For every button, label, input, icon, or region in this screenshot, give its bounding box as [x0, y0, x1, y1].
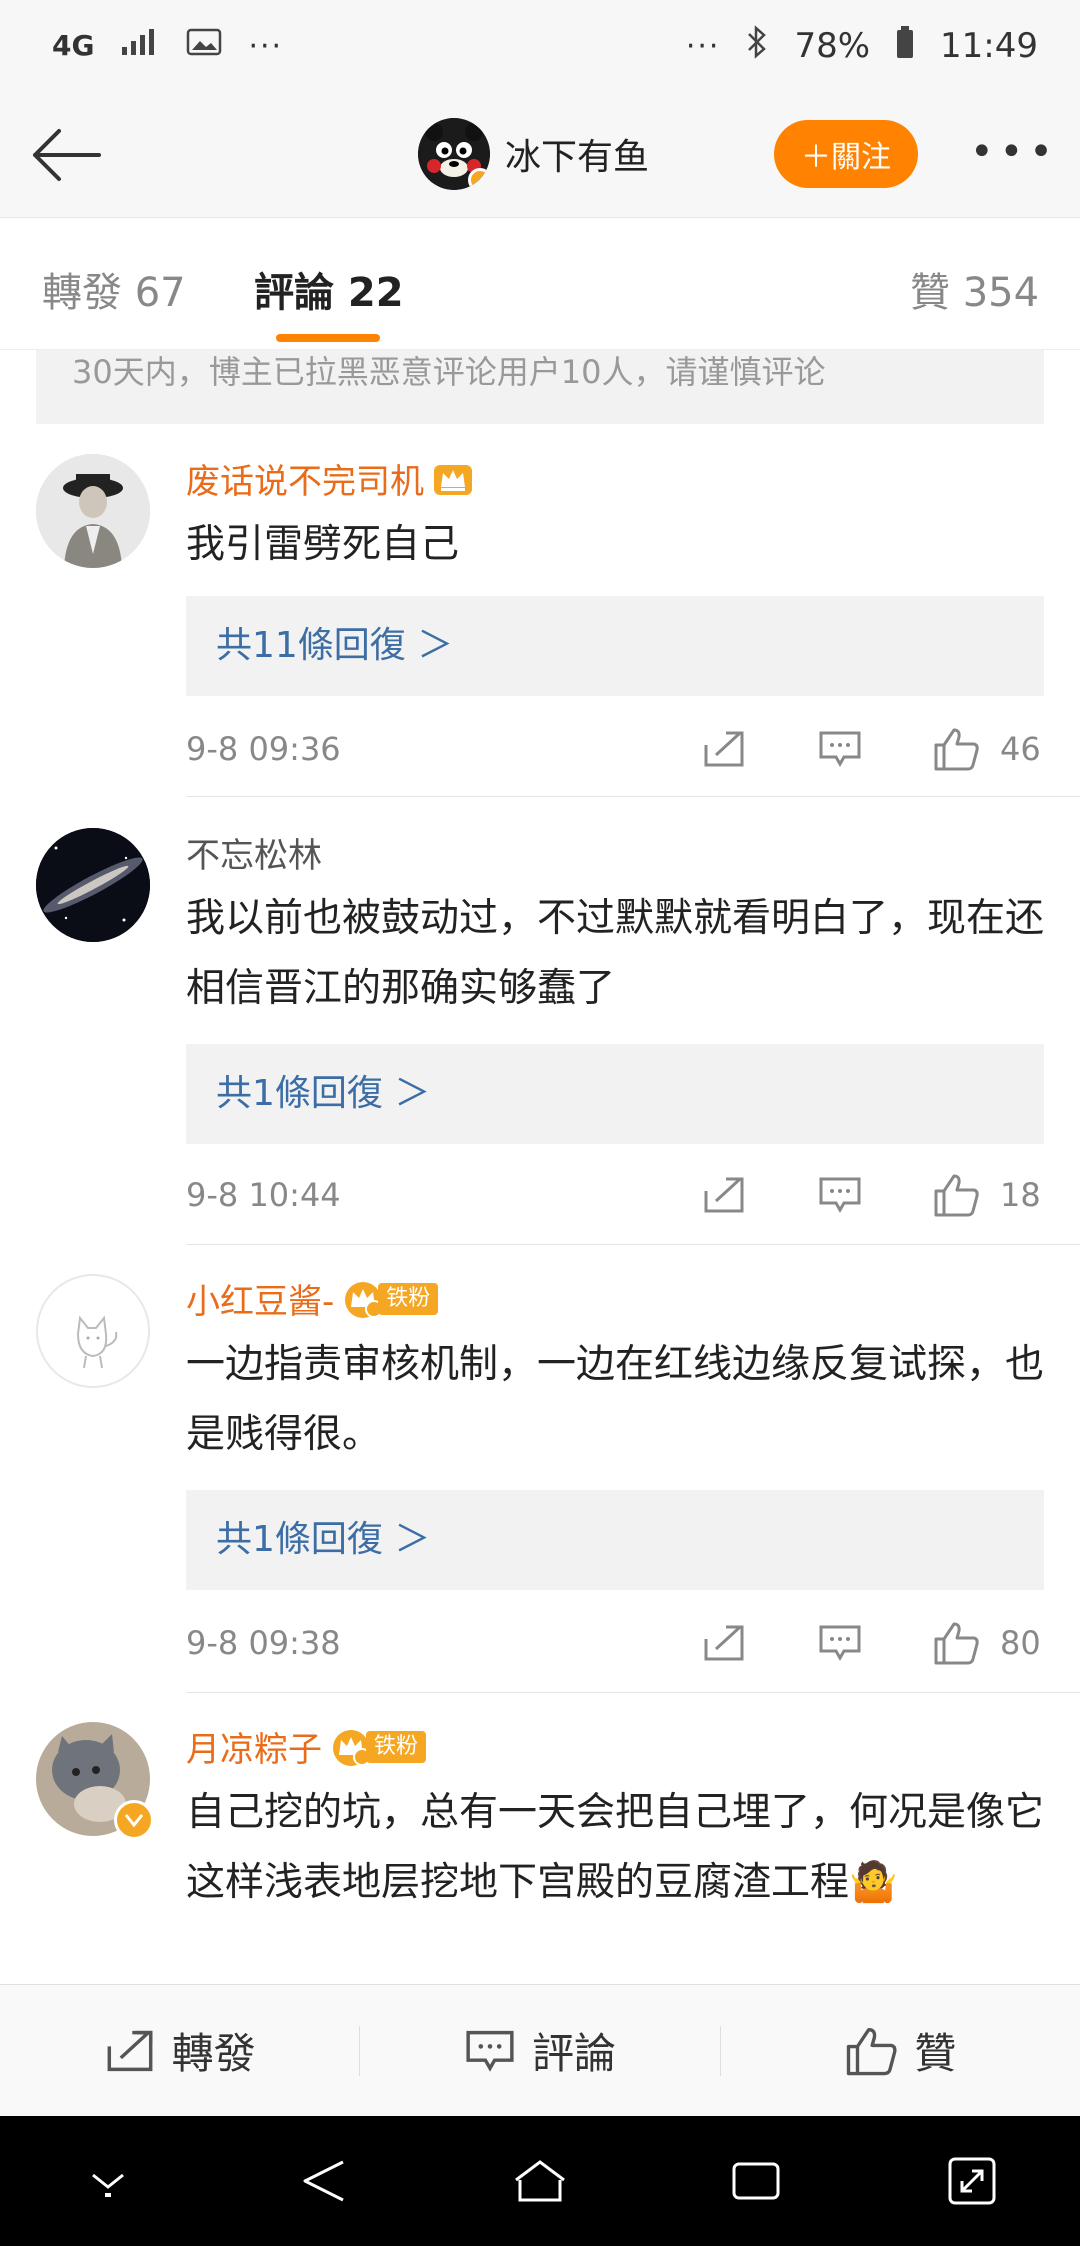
status-bar: 4G ··· ··· 78% 11:49	[0, 0, 1080, 92]
divider	[186, 796, 1080, 797]
comment-username[interactable]: 小红豆酱- 铁粉	[186, 1274, 439, 1323]
author-avatar[interactable]	[418, 118, 490, 190]
avatar[interactable]	[36, 1274, 150, 1388]
like-button[interactable]: 贊	[721, 2020, 1080, 2081]
battery-icon	[896, 25, 914, 68]
verified-badge-icon	[468, 168, 490, 190]
home-icon	[515, 2160, 565, 2202]
signal-icon	[120, 26, 160, 66]
image-icon	[186, 26, 222, 66]
clock: 11:49	[940, 26, 1038, 66]
fan-badge: 铁粉	[342, 1279, 439, 1319]
system-home-button[interactable]	[495, 2136, 585, 2226]
comment-icon[interactable]	[810, 724, 870, 774]
like-icon[interactable]	[926, 1618, 986, 1668]
chevron-down-icon	[92, 2173, 124, 2197]
more-options-button[interactable]: •••	[970, 132, 1053, 172]
comment-time: 9-8 10:44	[186, 1176, 341, 1214]
tab-bar: 轉發 67 評論 22 贊 354	[0, 218, 1080, 350]
expand-icon	[948, 2157, 996, 2205]
comment-icon	[466, 2030, 514, 2072]
repost-icon[interactable]	[694, 1618, 754, 1668]
recents-icon	[732, 2162, 780, 2200]
comment-content: 我以前也被鼓动过，不过默默就看明白了，现在还相信晋江的那确实够蠢了	[186, 896, 1045, 1011]
view-replies-link[interactable]: 共11條回復 ＞	[186, 596, 1044, 696]
like-count: 18	[1000, 1176, 1041, 1214]
status-dots: ···	[685, 28, 721, 64]
comment-icon[interactable]	[810, 1170, 870, 1220]
tab-likes[interactable]: 贊 354	[910, 260, 1039, 318]
like-icon[interactable]	[926, 724, 986, 774]
repost-icon	[107, 2030, 153, 2071]
tab-comments[interactable]: 評論 22	[254, 260, 404, 318]
vip-crown-icon	[434, 464, 472, 495]
comment-meta: 9-8 09:36 46	[186, 724, 1044, 774]
comment-username[interactable]: 月凉粽子 铁粉	[186, 1722, 427, 1771]
bottom-action-bar: 轉發 評論 贊	[0, 1984, 1080, 2116]
verified-badge-icon	[114, 1800, 154, 1840]
follow-button[interactable]: ＋關注	[774, 120, 918, 188]
comment-meta: 9-8 09:38 80	[186, 1618, 1044, 1668]
comment-time: 9-8 09:36	[186, 730, 341, 768]
back-button[interactable]	[26, 118, 106, 192]
bluetooth-icon	[746, 24, 768, 68]
back-triangle-icon	[303, 2160, 344, 2202]
active-tab-indicator	[276, 334, 380, 342]
hide-keyboard-button[interactable]	[63, 2136, 153, 2226]
comment-username[interactable]: 不忘松林	[186, 828, 322, 877]
divider	[186, 1244, 1080, 1245]
tab-repost[interactable]: 轉發 67	[42, 260, 186, 318]
avatar[interactable]	[36, 1722, 154, 1840]
like-icon	[847, 2027, 897, 2075]
comment-content: 一边指责审核机制，一边在红线边缘反复试探，也是贱得很。	[186, 1342, 1045, 1457]
like-count: 46	[1000, 730, 1041, 768]
system-expand-button[interactable]	[927, 2136, 1017, 2226]
system-recents-button[interactable]	[711, 2136, 801, 2226]
battery-percent: 78%	[794, 26, 871, 66]
comment-username[interactable]: 废话说不完司机	[186, 454, 474, 503]
repost-icon[interactable]	[694, 1170, 754, 1220]
divider	[186, 1692, 1080, 1693]
like-icon[interactable]	[926, 1170, 986, 1220]
view-replies-link[interactable]: 共1條回復 ＞	[186, 1044, 1044, 1144]
avatar[interactable]	[36, 454, 150, 568]
comment-button[interactable]: 評論	[360, 2020, 719, 2081]
back-arrow-icon	[33, 129, 101, 181]
more-notifications: ···	[248, 28, 284, 64]
comment-meta: 9-8 10:44 18	[186, 1170, 1044, 1220]
nav-bar: 冰下有鱼 ＋關注 •••	[0, 92, 1080, 218]
view-replies-link[interactable]: 共1條回復 ＞	[186, 1490, 1044, 1590]
like-count: 80	[1000, 1624, 1041, 1662]
fan-badge: 铁粉	[330, 1727, 427, 1767]
repost-icon[interactable]	[694, 724, 754, 774]
network-indicator: 4G	[52, 29, 95, 62]
comment-icon[interactable]	[810, 1618, 870, 1668]
moderation-notice: 30天内，博主已拉黑恶意评论用户10人，请谨慎评论	[36, 350, 1044, 424]
system-back-button[interactable]	[279, 2136, 369, 2226]
author-name[interactable]: 冰下有鱼	[505, 128, 649, 180]
comment-time: 9-8 09:38	[186, 1624, 341, 1662]
comment-content: 我引雷劈死自己	[186, 522, 460, 567]
system-navigation-bar	[0, 2116, 1080, 2246]
repost-button[interactable]: 轉發	[0, 2020, 359, 2081]
comment-content: 自己挖的坑，总有一天会把自己埋了，何况是像它这样浅表地层挖地下宫殿的豆腐渣工程🤷	[186, 1790, 1045, 1905]
avatar[interactable]	[36, 828, 150, 942]
